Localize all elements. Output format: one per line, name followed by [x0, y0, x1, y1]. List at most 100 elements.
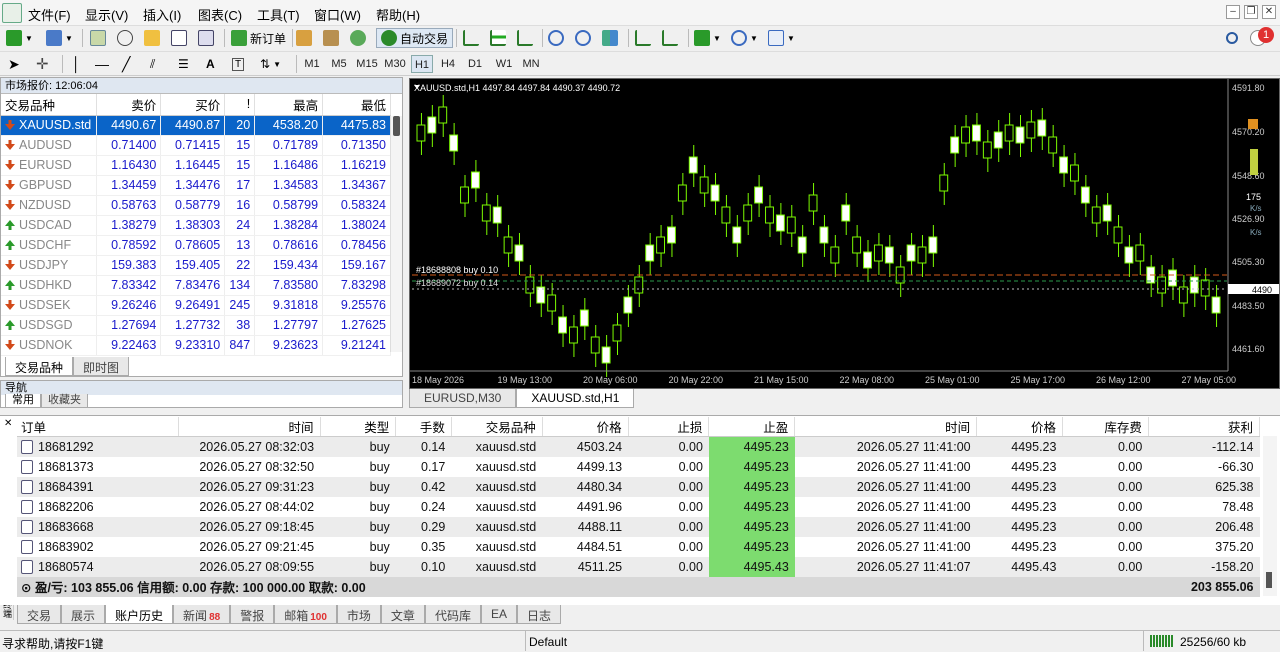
tf-m5[interactable]: M5 — [328, 55, 350, 73]
fibonacci-icon[interactable]: ☰ — [178, 57, 189, 71]
symbol-cell[interactable]: USDJPY — [1, 255, 98, 276]
order-col-2[interactable]: 类型 — [320, 417, 397, 437]
tab-common[interactable]: 常用 — [5, 394, 41, 408]
mw-col-0[interactable]: 交易品种 — [1, 94, 98, 116]
line-chart-icon[interactable] — [517, 30, 533, 46]
menu-window[interactable]: 窗口(W) — [314, 5, 361, 24]
menu-charts[interactable]: 图表(C) — [198, 5, 242, 24]
mw-col-1[interactable]: 卖价 — [96, 94, 162, 116]
tf-m15[interactable]: M15 — [354, 55, 380, 73]
zoom-out-icon[interactable] — [575, 30, 591, 46]
symbol-cell[interactable]: XAUUSD.std — [1, 115, 98, 136]
symbol-row[interactable]: USDNOK 9.22463 9.23310 847 9.23623 9.21241 — [1, 335, 391, 356]
order-row[interactable]: 18682206 2026.05.27 08:44:02 buy 0.24 xauusd… — [17, 496, 1260, 517]
navigator-icon[interactable] — [144, 30, 160, 46]
order-col-8[interactable]: 时间 — [794, 417, 978, 437]
text-label-icon[interactable]: T — [232, 57, 245, 71]
terminal-tab-0[interactable]: 交易 — [17, 605, 62, 624]
tile-windows-icon[interactable] — [602, 30, 618, 46]
templates-icon[interactable] — [768, 30, 784, 46]
symbol-cell[interactable]: NZDUSD — [1, 195, 98, 216]
chart-shift-icon[interactable] — [662, 30, 678, 46]
cursor-icon[interactable]: ➤ — [8, 56, 20, 73]
mw-col-3[interactable]: ! — [224, 94, 256, 116]
order-col-10[interactable]: 库存费 — [1062, 417, 1149, 437]
autoscroll-icon[interactable] — [635, 30, 651, 46]
symbol-row[interactable]: GBPUSD 1.34459 1.34476 17 1.34583 1.34367 — [1, 175, 391, 196]
terminal-tab-3[interactable]: 新闻 88 — [173, 605, 231, 624]
order-col-6[interactable]: 止损 — [628, 417, 710, 437]
symbol-cell[interactable]: AUDUSD — [1, 135, 98, 156]
symbol-row[interactable]: USDSEK 9.26246 9.26491 245 9.31818 9.25576 — [1, 295, 391, 316]
menu-insert[interactable]: 插入(I) — [143, 5, 181, 24]
order-row[interactable]: 18681292 2026.05.27 08:32:03 buy 0.14 xauusd… — [17, 436, 1260, 457]
mw-col-2[interactable]: 买价 — [160, 94, 226, 116]
signals-icon[interactable] — [323, 30, 339, 46]
tf-m30[interactable]: M30 — [382, 55, 408, 73]
order-col-0[interactable]: 订单 — [17, 417, 180, 437]
minimize-button[interactable]: – — [1226, 5, 1240, 19]
terminal-scrollbar[interactable] — [1263, 436, 1277, 596]
horizontal-line-icon[interactable]: — — [95, 56, 109, 72]
tf-w1[interactable]: W1 — [492, 55, 516, 73]
tf-h1[interactable]: H1 — [411, 55, 433, 73]
terminal-icon[interactable] — [171, 30, 187, 46]
symbol-cell[interactable]: USDSGD — [1, 315, 98, 336]
close-terminal-icon[interactable]: ✕ — [4, 418, 12, 429]
order-col-1[interactable]: 时间 — [178, 417, 321, 437]
tf-d1[interactable]: D1 — [464, 55, 486, 73]
market-watch-scrollbar[interactable] — [390, 116, 402, 352]
order-col-4[interactable]: 交易品种 — [451, 417, 543, 437]
metaeditor-icon[interactable] — [296, 30, 312, 46]
new-chart-icon[interactable] — [6, 30, 22, 46]
menu-file[interactable]: 文件(F) — [28, 5, 71, 24]
symbol-row[interactable]: USDHKD 7.83342 7.83476 134 7.83580 7.83298 — [1, 275, 391, 296]
mw-col-5[interactable]: 最低 — [322, 94, 391, 116]
price-chart[interactable]: #18688808 buy 0.10 #18689072 buy 0.14 XA… — [409, 78, 1280, 389]
terminal-tab-10[interactable]: 日志 — [516, 605, 561, 624]
indicators-icon[interactable] — [694, 30, 710, 46]
trendline-icon[interactable]: ╱ — [122, 56, 130, 73]
tab-tick-chart[interactable]: 即时图 — [73, 357, 130, 376]
mw-col-4[interactable]: 最高 — [254, 94, 324, 116]
symbol-cell[interactable]: USDHKD — [1, 275, 98, 296]
symbol-cell[interactable]: USDNOK — [1, 335, 98, 356]
strategy-tester-icon[interactable] — [198, 30, 214, 46]
crosshair-icon[interactable]: ✛ — [36, 55, 49, 73]
symbol-cell[interactable]: USDCHF — [1, 235, 98, 256]
terminal-tab-5[interactable]: 邮箱 100 — [274, 605, 337, 624]
chart-canvas[interactable]: #18688808 buy 0.10 #18689072 buy 0.14 XA… — [410, 79, 1279, 388]
order-row[interactable]: 18684391 2026.05.27 09:31:23 buy 0.42 xauusd… — [17, 476, 1260, 497]
candlestick-icon[interactable] — [490, 30, 506, 46]
search-icon[interactable] — [1226, 32, 1238, 44]
symbol-row[interactable]: NZDUSD 0.58763 0.58779 16 0.58799 0.58324 — [1, 195, 391, 216]
symbol-cell[interactable]: USDSEK — [1, 295, 98, 316]
symbol-row[interactable]: AUDUSD 0.71400 0.71415 15 0.71789 0.71350 — [1, 135, 391, 156]
equidistant-channel-icon[interactable]: ⫽ — [150, 57, 155, 72]
vertical-line-icon[interactable]: │ — [72, 56, 81, 72]
data-window-icon[interactable] — [117, 30, 133, 46]
symbol-row[interactable]: USDCHF 0.78592 0.78605 13 0.78616 0.78456 — [1, 235, 391, 256]
periods-icon[interactable] — [731, 30, 747, 46]
arrows-icon[interactable]: ⇅ — [260, 57, 270, 71]
terminal-tab-8[interactable]: 代码库 — [424, 605, 481, 624]
symbol-cell[interactable]: EURUSD — [1, 155, 98, 176]
symbol-cell[interactable]: GBPUSD — [1, 175, 98, 196]
order-row[interactable]: 18683668 2026.05.27 09:18:45 buy 0.29 xauusd… — [17, 516, 1260, 537]
bar-chart-icon[interactable] — [463, 30, 479, 46]
tf-mn[interactable]: MN — [519, 55, 543, 73]
order-col-11[interactable]: 获利 — [1148, 417, 1261, 437]
terminal-tab-7[interactable]: 文章 — [380, 605, 425, 624]
symbol-cell[interactable]: USDCAD — [1, 215, 98, 236]
auto-trading-button[interactable]: 自动交易 — [376, 28, 454, 48]
symbol-row[interactable]: USDJPY 159.383 159.405 22 159.434 159.167 — [1, 255, 391, 276]
symbol-row[interactable]: EURUSD 1.16430 1.16445 15 1.16486 1.16219 — [1, 155, 391, 176]
menu-view[interactable]: 显示(V) — [85, 5, 128, 24]
tab-xauusd[interactable]: XAUUSD.std,H1 — [516, 389, 635, 408]
tab-symbols[interactable]: 交易品种 — [5, 357, 74, 376]
terminal-tab-2[interactable]: 账户历史 — [105, 605, 174, 624]
order-col-9[interactable]: 价格 — [976, 417, 1063, 437]
tab-eurusd[interactable]: EURUSD,M30 — [409, 389, 517, 408]
menu-tools[interactable]: 工具(T) — [257, 5, 300, 24]
order-col-3[interactable]: 手数 — [395, 417, 452, 437]
